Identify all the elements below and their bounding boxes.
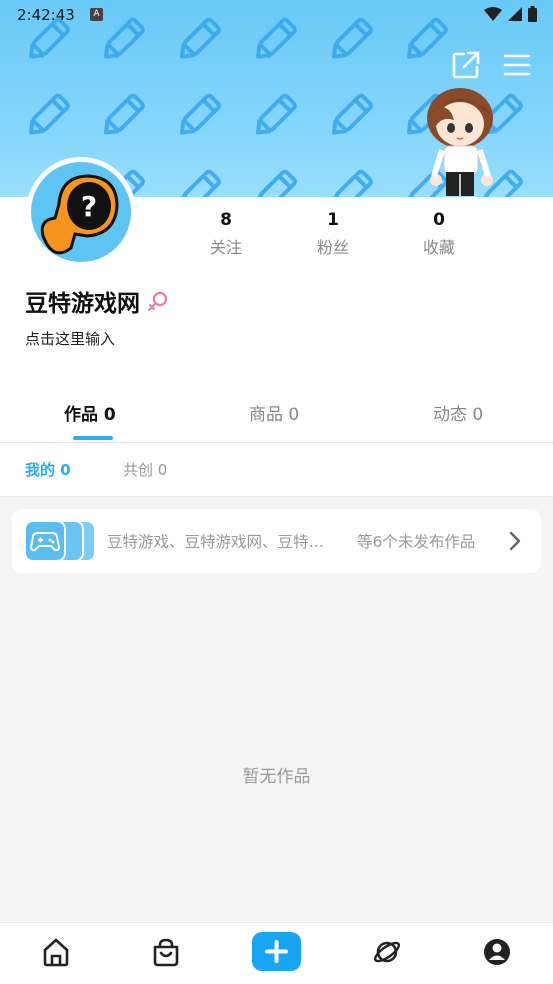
question-avatar-icon: ? [40,174,119,255]
status-time: 2:42:43 [17,6,75,24]
stat-number: 8 [220,210,232,230]
svg-text:?: ? [81,190,97,223]
stat-label: 关注 [209,238,242,257]
sub-tabs: 我的 0 共创 0 [0,443,553,497]
create-button[interactable] [252,932,301,971]
status-indicators [484,6,537,22]
character-illustration [427,88,493,196]
avatar[interactable]: ? [26,157,136,267]
draft-count: 等6个未发布作品 [357,533,476,551]
share-icon[interactable] [451,50,481,80]
tab-goods[interactable]: 商品 0 [249,400,299,425]
status-bar: 2:42:43 A [0,0,553,30]
avatar-image: ? [31,162,131,262]
notification-icon: A [90,8,103,21]
stat-number: 1 [327,210,339,230]
battery-icon [528,6,537,22]
username: 豆特游戏网 [25,291,140,317]
plus-icon [265,940,288,963]
empty-state-text: 暂无作品 [242,767,311,787]
stat-label: 收藏 [422,238,455,257]
stat-following[interactable]: 8 关注 [196,210,256,258]
active-tab-indicator [73,436,113,440]
planet-icon[interactable] [372,937,402,967]
stat-number: 0 [433,210,445,230]
bottom-navigation [0,922,553,984]
chevron-right-icon [509,531,521,551]
username-row[interactable]: 豆特游戏网 [25,284,170,318]
female-gender-icon [147,291,168,312]
gamepad-stack-icon [25,521,95,561]
shopping-bag-icon[interactable] [151,937,181,967]
stat-label: 粉丝 [316,238,349,257]
menu-icon[interactable] [502,50,532,80]
draft-titles: 豆特游戏、豆特游戏网、豆特… [107,533,325,551]
tab-works[interactable]: 作品 0 [64,400,116,425]
content-tabs: 作品 0 商品 0 动态 0 [0,390,553,442]
home-icon[interactable] [41,937,71,967]
unpublished-drafts-card[interactable]: 豆特游戏、豆特游戏网、豆特… 等6个未发布作品 [12,509,541,573]
profile-screen: 2:42:43 A ? 8 关注 1 粉丝 0 收藏 豆特游戏网 点击这里输入 … [0,0,553,984]
stat-followers[interactable]: 1 粉丝 [303,210,363,258]
bio-input[interactable]: 点击这里输入 [25,328,115,349]
subtab-mine[interactable]: 我的 0 [25,459,71,480]
subtab-co-created[interactable]: 共创 0 [123,459,167,480]
profile-icon[interactable] [482,937,512,967]
tab-activity[interactable]: 动态 0 [433,400,483,425]
signal-icon [508,7,522,21]
wifi-icon [484,7,502,21]
stat-favorites[interactable]: 0 收藏 [409,210,469,258]
